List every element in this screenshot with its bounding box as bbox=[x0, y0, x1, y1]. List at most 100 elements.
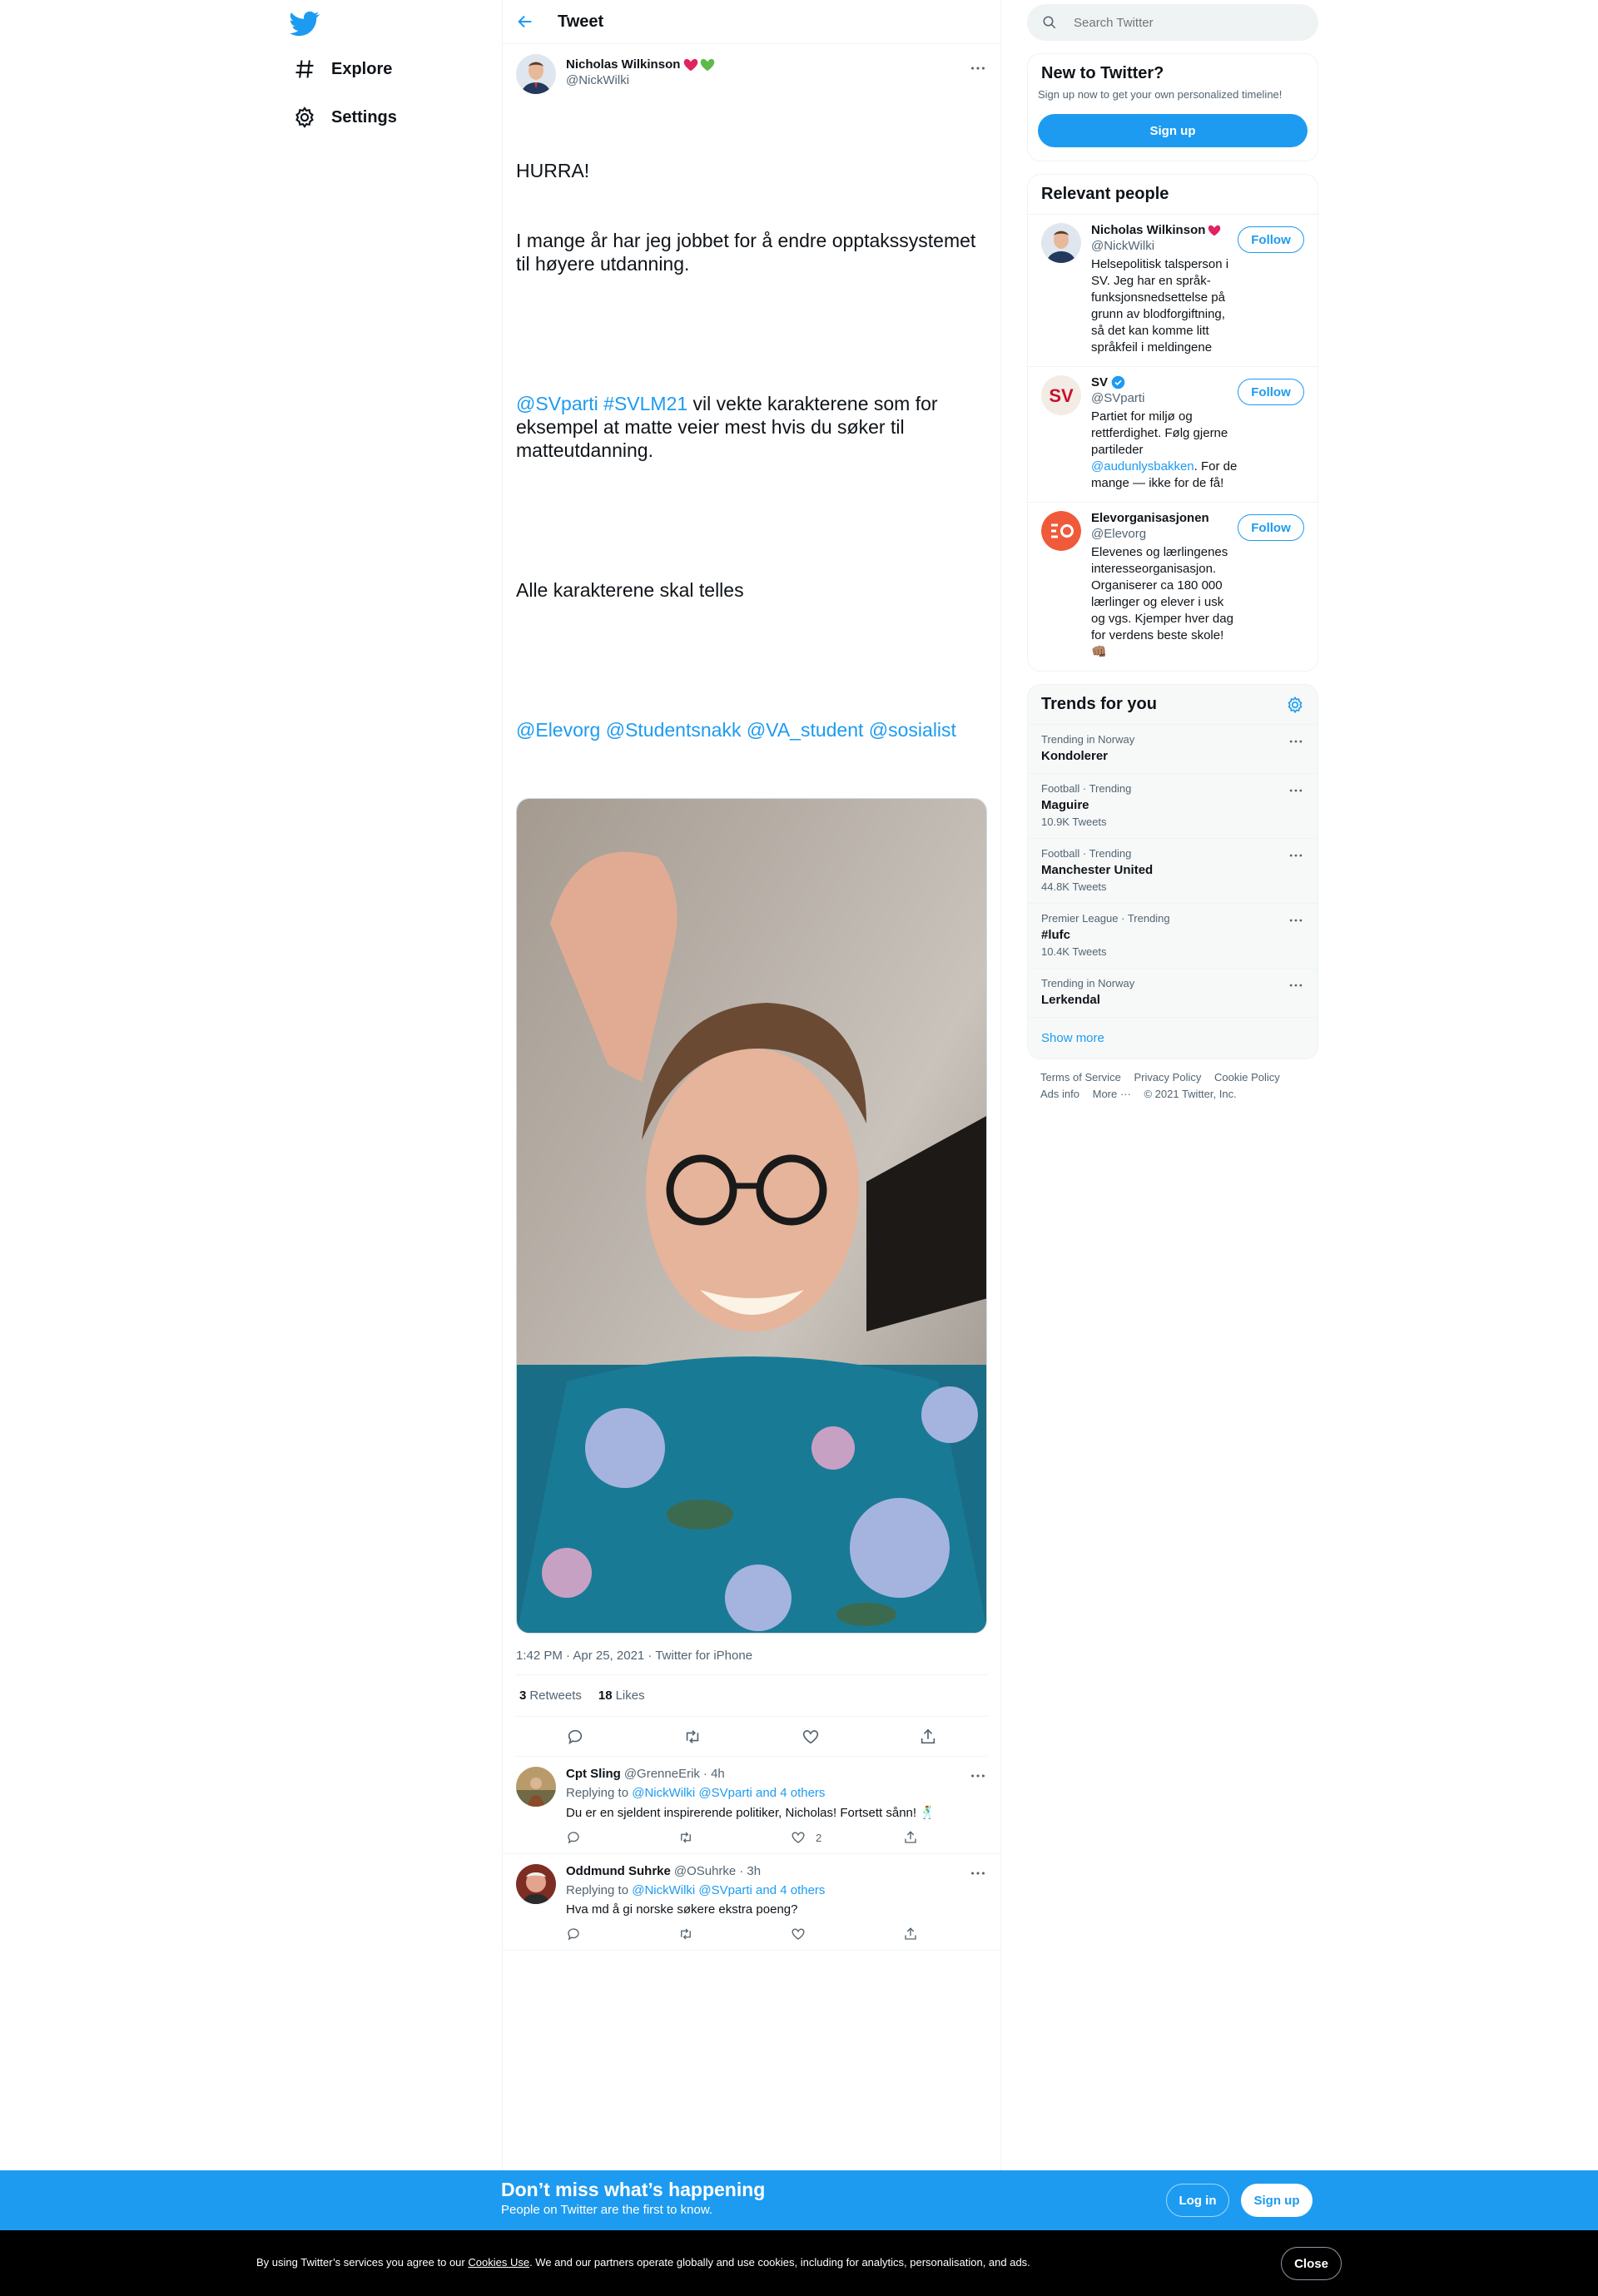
avatar[interactable] bbox=[516, 1767, 556, 1807]
follow-button[interactable]: Follow bbox=[1238, 226, 1304, 253]
avatar[interactable] bbox=[1041, 223, 1081, 263]
avatar[interactable] bbox=[516, 1864, 556, 1904]
likes-stat[interactable]: 18 Likes bbox=[598, 1689, 645, 1703]
tweet-text: HURRA! I mange år har jeg jobbet for å e… bbox=[516, 112, 987, 788]
bio-mention-link[interactable]: @audunlysbakken bbox=[1091, 459, 1194, 474]
person-item[interactable]: SV SV @SVparti Partiet for miljø og rett… bbox=[1028, 366, 1318, 502]
more-dots-icon[interactable] bbox=[969, 1864, 987, 1882]
mention-link[interactable]: @SVparti #SVLM21 bbox=[516, 393, 687, 414]
reply-item[interactable]: Cpt Sling @GrenneErik · 4h Replying to @… bbox=[503, 1757, 1000, 1854]
retweet-icon bbox=[681, 1832, 691, 1843]
right-sidebar: New to Twitter? Sign up now to get your … bbox=[1027, 0, 1318, 1113]
avatar[interactable] bbox=[1041, 511, 1081, 551]
reply-time[interactable]: · 3h bbox=[739, 1864, 761, 1878]
like-heart-icon[interactable] bbox=[801, 1728, 820, 1746]
like-button[interactable] bbox=[791, 1927, 903, 1941]
trend-item[interactable]: Trending in Norway Kondolerer bbox=[1028, 724, 1318, 773]
share-icon[interactable] bbox=[919, 1728, 937, 1746]
person-handle: @NickWilki bbox=[1091, 239, 1155, 253]
reply-author-name[interactable]: Oddmund Suhrke bbox=[566, 1864, 671, 1878]
footer-link-ads[interactable]: Ads info bbox=[1040, 1086, 1079, 1103]
cookie-consent-bar: By using Twitter’s services you agree to… bbox=[0, 2230, 1598, 2296]
avatar[interactable] bbox=[516, 54, 556, 94]
login-prompt-bar: Don’t miss what’s happening People on Tw… bbox=[0, 2170, 1598, 2230]
nav-settings[interactable]: Settings bbox=[293, 101, 397, 134]
trend-item[interactable]: Premier League · Trending #lufc 10.4K Tw… bbox=[1028, 903, 1318, 968]
more-dots-icon[interactable] bbox=[1288, 977, 1304, 994]
reply-text: Du er en sjeldent inspirerende politiker… bbox=[566, 1806, 935, 1820]
more-dots-icon[interactable] bbox=[1288, 912, 1304, 929]
tweet-timestamp[interactable]: 1:42 PM · Apr 25, 2021 · Twitter for iPh… bbox=[516, 1634, 987, 1675]
reply-button[interactable] bbox=[566, 1927, 678, 1941]
person-name[interactable]: Elevorganisasjonen bbox=[1091, 511, 1241, 525]
mention-links[interactable]: @Elevorg @Studentsnakk @VA_student @sosi… bbox=[516, 718, 987, 741]
retweet-button[interactable] bbox=[678, 1830, 791, 1845]
follow-button[interactable]: Follow bbox=[1238, 514, 1304, 541]
more-dots-icon[interactable] bbox=[969, 59, 987, 77]
tweet-line-2: I mange år har jeg jobbet for å endre op… bbox=[516, 230, 981, 275]
footer-link-privacy[interactable]: Privacy Policy bbox=[1134, 1069, 1201, 1086]
trend-item[interactable]: Football · Trending Maguire 10.9K Tweets bbox=[1028, 773, 1318, 838]
back-arrow-icon[interactable] bbox=[516, 12, 534, 31]
person-handle: @Elevorg bbox=[1091, 527, 1147, 541]
share-button[interactable] bbox=[903, 1927, 1015, 1941]
reply-time[interactable]: · 4h bbox=[703, 1767, 725, 1781]
twitter-bird-icon[interactable] bbox=[290, 8, 320, 38]
search-icon bbox=[1043, 16, 1056, 29]
replying-to: Replying to @NickWilki @SVparti and 4 ot… bbox=[566, 1883, 826, 1897]
tweet-stats: 3 Retweets 18 Likes bbox=[516, 1675, 987, 1717]
more-dots-icon[interactable] bbox=[1288, 782, 1304, 799]
card-title: Relevant people bbox=[1041, 185, 1169, 203]
reply-icon[interactable] bbox=[566, 1728, 584, 1746]
tweet-line-1: HURRA! bbox=[516, 160, 590, 181]
trend-category: Premier League · Trending bbox=[1041, 912, 1170, 925]
person-name[interactable]: Nicholas Wilkinson bbox=[1091, 223, 1241, 237]
gear-icon bbox=[295, 107, 314, 128]
reply-author-name[interactable]: Cpt Sling bbox=[566, 1767, 621, 1781]
reply-text: Hva md å gi norske søkere ekstra poeng? bbox=[566, 1902, 798, 1917]
footer-link-terms[interactable]: Terms of Service bbox=[1040, 1069, 1121, 1086]
search-bar[interactable] bbox=[1027, 4, 1318, 41]
nav-explore[interactable]: Explore bbox=[293, 52, 392, 86]
tweet-photo[interactable] bbox=[516, 798, 987, 1634]
footer-copyright: © 2021 Twitter, Inc. bbox=[1144, 1088, 1237, 1100]
author-name[interactable]: Nicholas Wilkinson bbox=[566, 57, 715, 72]
main-tweet: Nicholas Wilkinson @NickWilki HURRA! I m… bbox=[503, 44, 1000, 1757]
avatar[interactable]: SV bbox=[1041, 375, 1081, 415]
gear-icon[interactable] bbox=[1286, 696, 1304, 714]
cookies-use-link[interactable]: Cookies Use bbox=[468, 2256, 529, 2269]
reply-author-handle: @OSuhrke bbox=[673, 1864, 737, 1878]
footer-link-cookie[interactable]: Cookie Policy bbox=[1214, 1069, 1280, 1086]
trend-name: #lufc bbox=[1041, 928, 1071, 942]
trend-item[interactable]: Trending in Norway Lerkendal bbox=[1028, 968, 1318, 1017]
like-button[interactable]: 2 bbox=[791, 1830, 903, 1845]
more-dots-icon[interactable] bbox=[1288, 733, 1304, 750]
log-in-button[interactable]: Log in bbox=[1166, 2184, 1229, 2217]
more-dots-icon[interactable] bbox=[969, 1767, 987, 1785]
share-button[interactable] bbox=[903, 1830, 1015, 1845]
trend-name: Lerkendal bbox=[1041, 993, 1100, 1007]
trend-item[interactable]: Football · Trending Manchester United 44… bbox=[1028, 838, 1318, 903]
retweets-stat[interactable]: 3 Retweets bbox=[519, 1689, 582, 1703]
reply-actions bbox=[566, 1927, 1015, 1941]
retweet-button[interactable] bbox=[678, 1927, 791, 1941]
person-item[interactable]: Elevorganisasjonen @Elevorg Elevenes og … bbox=[1028, 502, 1318, 671]
more-dots-icon[interactable] bbox=[1288, 847, 1304, 864]
reply-button[interactable] bbox=[566, 1830, 678, 1845]
person-name[interactable]: SV bbox=[1091, 375, 1241, 389]
relevant-people-card: Relevant people Nicholas Wilkinson @Nick… bbox=[1027, 174, 1318, 672]
footer-link-more[interactable]: More ··· bbox=[1093, 1086, 1131, 1103]
tweet-actions bbox=[516, 1717, 987, 1757]
sign-up-button[interactable]: Sign up bbox=[1038, 114, 1308, 147]
person-bio: Helsepolitisk talsperson i SV. Jeg har e… bbox=[1091, 257, 1229, 355]
search-input[interactable] bbox=[1074, 15, 1290, 30]
retweet-icon[interactable] bbox=[683, 1728, 702, 1746]
follow-button[interactable]: Follow bbox=[1238, 379, 1304, 405]
person-bio: Partiet for miljø og rettferdighet. Følg… bbox=[1091, 409, 1238, 490]
reply-item[interactable]: Oddmund Suhrke @OSuhrke · 3h Replying to… bbox=[503, 1854, 1000, 1951]
close-button[interactable]: Close bbox=[1281, 2247, 1342, 2280]
page-title: Tweet bbox=[558, 12, 604, 31]
person-item[interactable]: Nicholas Wilkinson @NickWilki Helsepolit… bbox=[1028, 214, 1318, 366]
sign-up-button[interactable]: Sign up bbox=[1241, 2184, 1313, 2217]
show-more-link[interactable]: Show more bbox=[1028, 1017, 1318, 1059]
